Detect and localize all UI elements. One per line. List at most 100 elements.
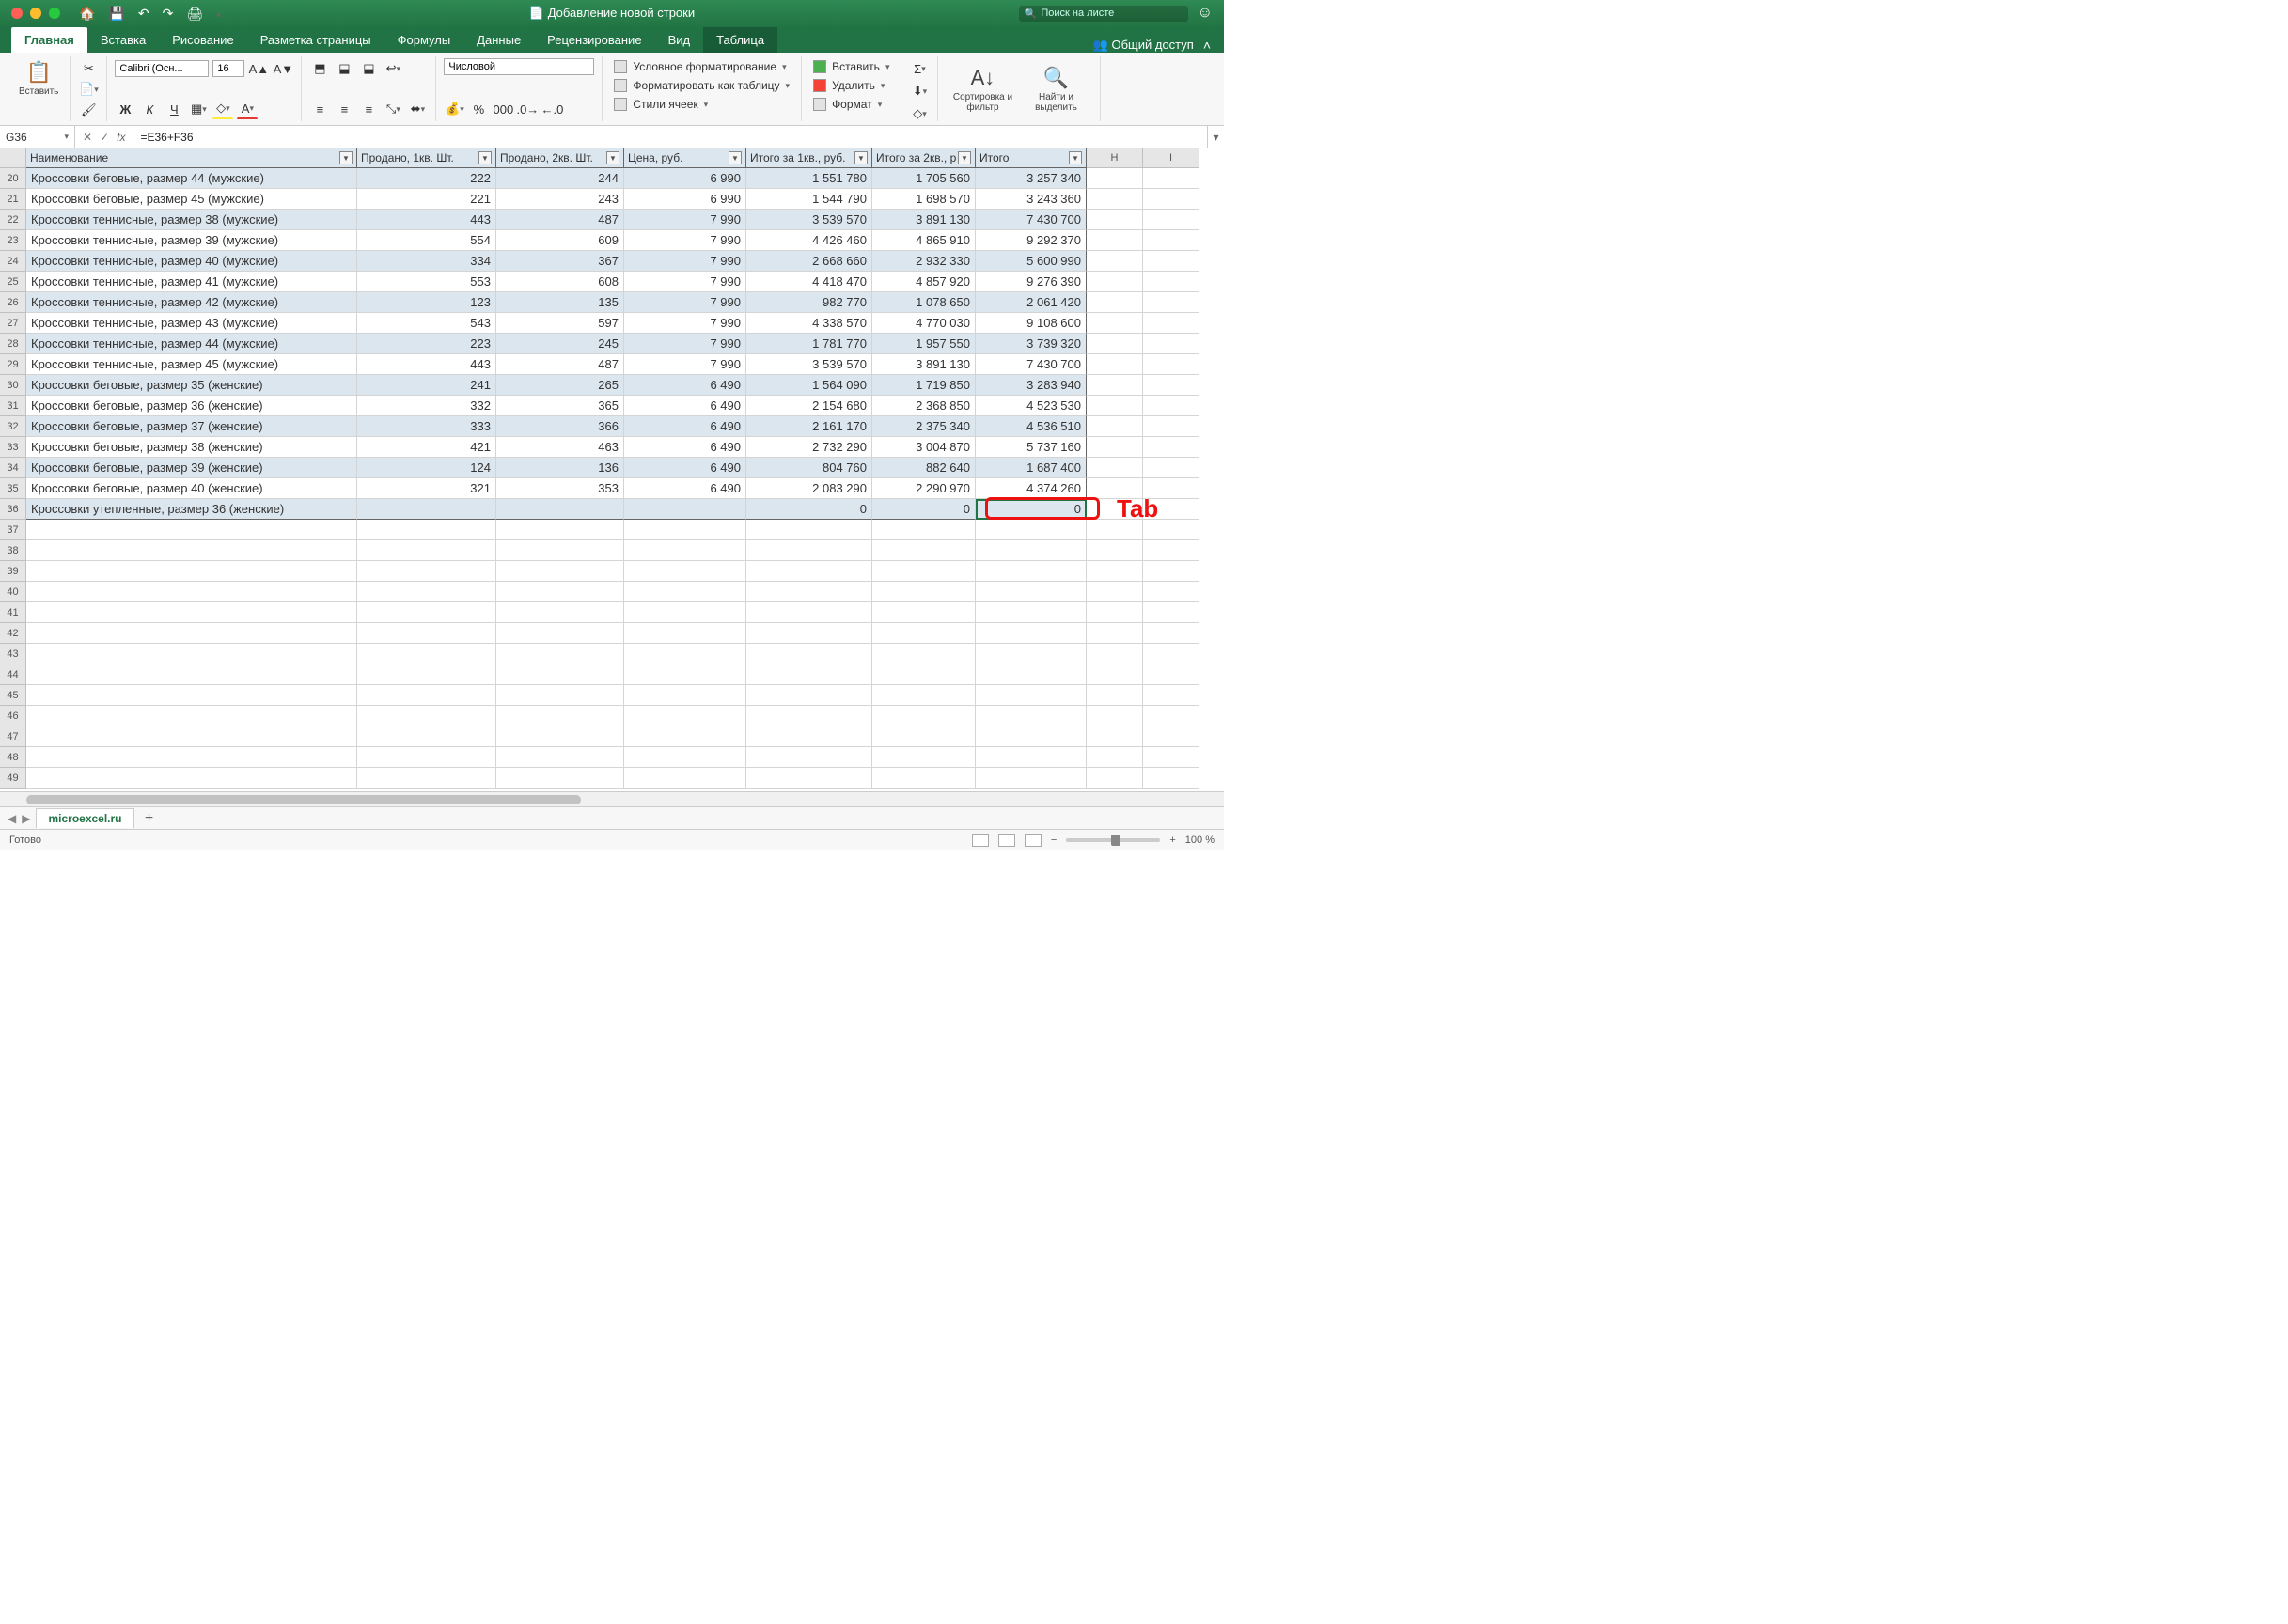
ribbon-tab-7[interactable]: Вид	[655, 27, 704, 53]
cell[interactable]: 366	[496, 416, 624, 437]
cell[interactable]: 4 536 510	[976, 416, 1087, 437]
cell[interactable]	[1087, 726, 1143, 747]
cell[interactable]	[1143, 644, 1199, 664]
cell[interactable]	[357, 664, 496, 685]
cell[interactable]: 124	[357, 458, 496, 478]
cell[interactable]: 554	[357, 230, 496, 251]
comma-icon[interactable]: 000	[493, 99, 513, 119]
cell[interactable]	[26, 520, 357, 540]
cell[interactable]: Кроссовки теннисные, размер 42 (мужские)	[26, 292, 357, 313]
cell[interactable]	[1087, 416, 1143, 437]
conditional-format-button[interactable]: Условное форматирование	[610, 58, 793, 75]
cell[interactable]: 6 990	[624, 168, 746, 189]
ribbon-tab-8[interactable]: Таблица	[703, 27, 777, 53]
cell[interactable]	[26, 602, 357, 623]
cell[interactable]: Кроссовки беговые, размер 38 (женские)	[26, 437, 357, 458]
cell[interactable]	[1087, 561, 1143, 582]
cell[interactable]	[624, 768, 746, 789]
cell[interactable]	[357, 706, 496, 726]
cell[interactable]	[1143, 458, 1199, 478]
cell[interactable]	[357, 644, 496, 664]
zoom-value[interactable]: 100 %	[1185, 835, 1215, 846]
cell[interactable]	[357, 499, 496, 520]
fx-icon[interactable]: fx	[117, 131, 125, 144]
cell[interactable]: 1 078 650	[872, 292, 976, 313]
row-header[interactable]: 38	[0, 540, 26, 561]
row-header[interactable]: 31	[0, 396, 26, 416]
cell[interactable]	[1143, 416, 1199, 437]
increase-font-icon[interactable]: A▲	[248, 58, 269, 79]
cell[interactable]	[496, 706, 624, 726]
cell[interactable]: 7 990	[624, 230, 746, 251]
ribbon-tab-5[interactable]: Данные	[463, 27, 534, 53]
filter-dropdown-icon[interactable]: ▼	[339, 151, 353, 164]
cell[interactable]: 5 737 160	[976, 437, 1087, 458]
cell[interactable]: Кроссовки беговые, размер 39 (женские)	[26, 458, 357, 478]
cell[interactable]	[357, 623, 496, 644]
cell[interactable]	[496, 768, 624, 789]
cell-styles-button[interactable]: Стили ячеек	[610, 96, 793, 113]
cell[interactable]	[872, 623, 976, 644]
autosum-icon[interactable]: Σ	[909, 58, 930, 79]
cell[interactable]: 4 857 920	[872, 272, 976, 292]
cell[interactable]	[624, 706, 746, 726]
cell[interactable]: 2 154 680	[746, 396, 872, 416]
cell[interactable]	[1143, 706, 1199, 726]
cell[interactable]: 332	[357, 396, 496, 416]
cell[interactable]	[496, 726, 624, 747]
currency-icon[interactable]: 💰	[444, 99, 464, 119]
cell[interactable]	[1087, 644, 1143, 664]
cell[interactable]	[976, 747, 1087, 768]
cell[interactable]	[1087, 251, 1143, 272]
qat-dropdown[interactable]	[216, 6, 221, 21]
cell[interactable]	[624, 685, 746, 706]
cell[interactable]	[26, 644, 357, 664]
increase-decimal-icon[interactable]: .0→	[517, 99, 538, 119]
cell[interactable]	[872, 747, 976, 768]
row-header[interactable]: 39	[0, 561, 26, 582]
cell[interactable]: 4 338 570	[746, 313, 872, 334]
cell[interactable]: 2 290 970	[872, 478, 976, 499]
cell[interactable]	[496, 561, 624, 582]
cell[interactable]	[624, 520, 746, 540]
cell[interactable]	[357, 602, 496, 623]
cell[interactable]	[1087, 210, 1143, 230]
cell[interactable]: 123	[357, 292, 496, 313]
cell[interactable]: 7 430 700	[976, 210, 1087, 230]
undo-icon[interactable]: ↶	[138, 6, 149, 22]
cell[interactable]	[26, 540, 357, 561]
find-select-button[interactable]: 🔍 Найти и выделить	[1019, 64, 1092, 115]
wrap-text-icon[interactable]: ↩	[383, 58, 403, 79]
cell[interactable]: 1 719 850	[872, 375, 976, 396]
cell[interactable]: Кроссовки теннисные, размер 38 (мужские)	[26, 210, 357, 230]
cell[interactable]	[1087, 292, 1143, 313]
cell[interactable]	[496, 540, 624, 561]
filter-dropdown-icon[interactable]: ▼	[958, 151, 971, 164]
column-letter[interactable]: I	[1143, 148, 1199, 168]
cell[interactable]	[1087, 582, 1143, 602]
align-right-icon[interactable]: ≡	[358, 99, 379, 119]
cell[interactable]: 5 600 990	[976, 251, 1087, 272]
cell[interactable]: 608	[496, 272, 624, 292]
cell[interactable]: 2 061 420	[976, 292, 1087, 313]
cell[interactable]: 7 990	[624, 210, 746, 230]
cell[interactable]	[1087, 313, 1143, 334]
cell[interactable]	[746, 644, 872, 664]
cell[interactable]	[357, 726, 496, 747]
row-header[interactable]: 34	[0, 458, 26, 478]
row-header[interactable]: 44	[0, 664, 26, 685]
minimize-window-button[interactable]	[30, 8, 41, 19]
cell[interactable]: 443	[357, 354, 496, 375]
number-format-select[interactable]	[444, 58, 594, 75]
name-box[interactable]: G36	[0, 126, 75, 148]
column-letter[interactable]: H	[1087, 148, 1143, 168]
font-name-select[interactable]	[115, 60, 209, 77]
cell[interactable]	[624, 499, 746, 520]
fill-color-button[interactable]: ◇	[212, 99, 233, 119]
orientation-icon[interactable]: ⤡	[383, 99, 403, 119]
cell[interactable]	[872, 664, 976, 685]
cell[interactable]: 7 990	[624, 313, 746, 334]
filter-dropdown-icon[interactable]: ▼	[606, 151, 619, 164]
cell[interactable]	[872, 768, 976, 789]
formula-input[interactable]: =E36+F36	[133, 131, 1207, 144]
